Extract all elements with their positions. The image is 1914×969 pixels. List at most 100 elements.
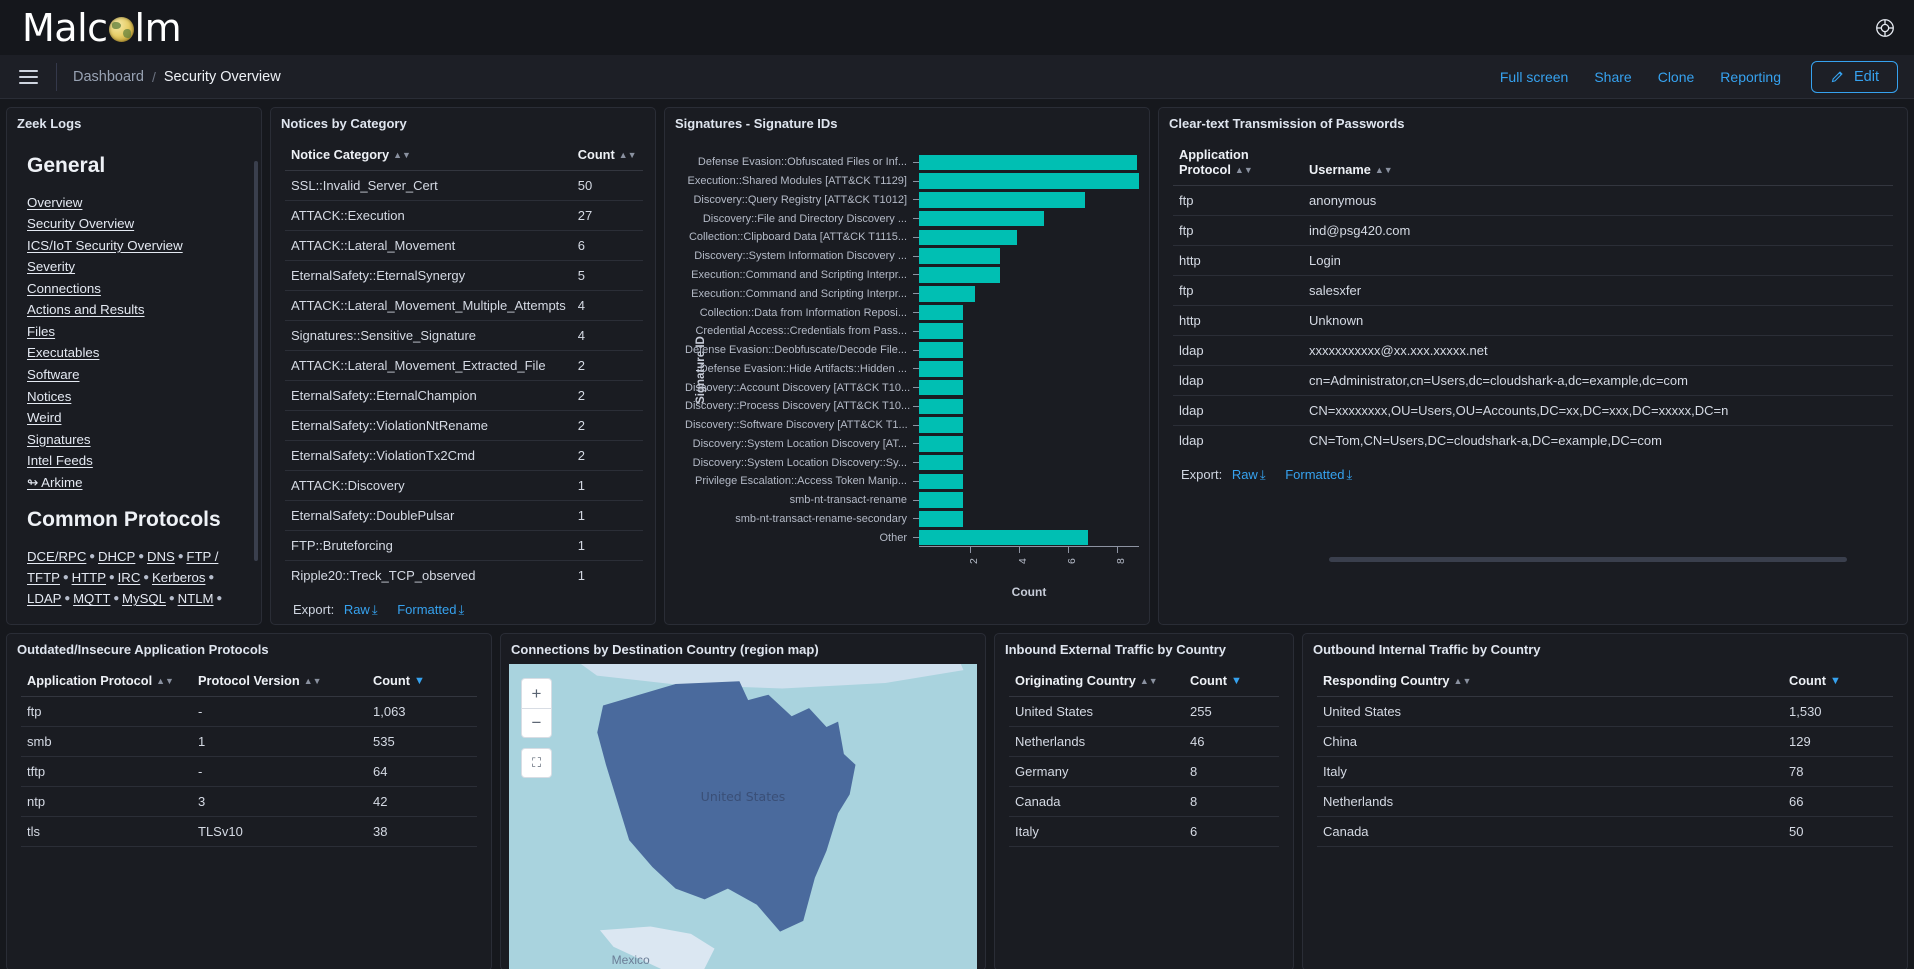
chart-bar[interactable] [919, 417, 963, 433]
zeek-link-software[interactable]: Software [27, 366, 247, 383]
table-row[interactable]: FTP::Bruteforcing 1 [285, 530, 643, 561]
proto-link-http[interactable]: HTTP [72, 570, 106, 585]
chart-bar[interactable] [919, 248, 1000, 264]
chart-bar-row[interactable]: Discovery::File and Directory Discovery … [685, 209, 1139, 228]
download-icon[interactable]: ⤓ [372, 602, 378, 617]
chart-bar[interactable] [919, 267, 1000, 283]
chart-bar-row[interactable]: Discovery::System Location Discovery::Sy… [685, 453, 1139, 472]
table-row[interactable]: Canada 8 [1009, 786, 1279, 817]
table-row[interactable]: Netherlands 66 [1317, 786, 1893, 817]
export-formatted-link[interactable]: Formatted [1285, 467, 1344, 482]
proto-link-dns[interactable]: DNS [147, 549, 175, 564]
proto-link-ldap[interactable]: LDAP [27, 591, 61, 606]
chart-bar[interactable] [919, 285, 976, 302]
chart-bar[interactable] [919, 492, 963, 508]
chart-bar-row[interactable]: smb-nt-transact-rename [685, 491, 1139, 510]
table-row[interactable]: Ripple20::Treck_TCP_observed 1 [285, 561, 643, 591]
zeek-link-intel-feeds[interactable]: Intel Feeds [27, 452, 247, 469]
table-row[interactable]: ATTACK::Lateral_Movement_Extracted_File 2 [285, 350, 643, 381]
edit-button[interactable]: Edit [1811, 60, 1898, 93]
export-raw-link[interactable]: Raw [1232, 467, 1258, 482]
table-row[interactable]: ldap cn=Administrator,cn=Users,dc=cloudsh… [1173, 365, 1893, 396]
proto-link-ntp[interactable]: NTP [27, 612, 53, 615]
chart-bar-row[interactable]: Discovery::Query Registry [ATT&CK T1012] [685, 191, 1139, 210]
table-row[interactable]: EternalSafety::DoublePulsar 1 [285, 500, 643, 531]
clone-link[interactable]: Clone [1658, 69, 1695, 85]
zeek-link-weird[interactable]: Weird [27, 409, 247, 426]
zeek-link-files[interactable]: Files [27, 323, 247, 340]
table-row[interactable]: EternalSafety::ViolationNtRename 2 [285, 410, 643, 441]
chart-bar[interactable] [919, 304, 963, 321]
chart-bar[interactable] [919, 379, 963, 396]
download-icon[interactable]: ⤓ [1346, 467, 1352, 482]
zeek-link-connections[interactable]: Connections [27, 280, 247, 297]
table-row[interactable]: smb 1 535 [21, 726, 477, 757]
proto-link-irc[interactable]: IRC [118, 570, 141, 585]
column-header-count[interactable]: Count ▼ [367, 667, 477, 697]
chart-bar[interactable] [919, 154, 1137, 171]
chart-bar[interactable] [919, 229, 1017, 246]
column-header-username[interactable]: Username ▲▼ [1303, 141, 1893, 186]
chart-bar[interactable] [919, 173, 1139, 189]
download-icon[interactable]: ⤓ [458, 602, 464, 617]
zeek-scrollbar[interactable] [254, 161, 258, 561]
chart-bar[interactable] [919, 210, 1044, 227]
table-row[interactable]: http Unknown [1173, 305, 1893, 336]
column-header-count[interactable]: Count ▲▼ [571, 141, 643, 171]
chart-bar-row[interactable]: Collection::Clipboard Data [ATT&CK T1115… [685, 228, 1139, 247]
table-row[interactable]: http Login [1173, 245, 1893, 276]
region-map[interactable]: United States Mexico + − ⛶ [509, 664, 977, 969]
proto-link-mysql[interactable]: MySQL [122, 591, 166, 606]
table-row[interactable]: United States 255 [1009, 696, 1279, 727]
chart-bar[interactable] [919, 323, 963, 340]
proto-link-radius[interactable]: RADIUS [157, 612, 207, 615]
chart-bar[interactable] [919, 342, 963, 358]
proto-link-ntlm[interactable]: NTLM [178, 591, 214, 606]
table-row[interactable]: EternalSafety::ViolationTx2Cmd 2 [285, 440, 643, 471]
table-row[interactable]: Italy 6 [1009, 816, 1279, 847]
help-circle-icon[interactable] [1874, 17, 1896, 39]
chart-bar-row[interactable]: Other [685, 528, 1139, 547]
table-row[interactable]: ldap CN=xxxxxxxx,OU=Users,OU=Accounts,DC=… [1173, 395, 1893, 426]
chart-bar[interactable] [919, 529, 1088, 546]
signatures-bar-chart[interactable]: Signature ID Defense Evasion::Obfuscated… [665, 135, 1149, 605]
column-header-originating-country[interactable]: Originating Country ▲▼ [1009, 667, 1184, 697]
column-header-notice-category[interactable]: Notice Category ▲▼ [285, 141, 572, 171]
chart-bar-row[interactable]: Credential Access::Credentials from Pass… [685, 322, 1139, 341]
table-row[interactable]: ftp salesxfer [1173, 275, 1893, 306]
zoom-in-icon[interactable]: + [521, 678, 552, 708]
chart-bar-row[interactable]: Privilege Escalation::Access Token Manip… [685, 472, 1139, 491]
chart-bar[interactable] [919, 454, 963, 471]
table-row[interactable]: ftp -1,063 [21, 696, 477, 727]
chart-bar-row[interactable]: Discovery::Account Discovery [ATT&CK T10… [685, 378, 1139, 397]
full-screen-link[interactable]: Full screen [1500, 69, 1568, 85]
column-header-application-protocol[interactable]: Application Protocol ▲▼ [21, 667, 192, 697]
chart-bar-row[interactable]: Defense Evasion::Hide Artifacts::Hidden … [685, 359, 1139, 378]
zeek-link-executables[interactable]: Executables [27, 344, 247, 361]
hamburger-menu-icon[interactable] [8, 57, 48, 97]
zeek-link-security-overview[interactable]: Security Overview [27, 215, 247, 232]
proto-link-kerberos[interactable]: Kerberos [152, 570, 206, 585]
zeek-link-overview[interactable]: Overview [27, 194, 247, 211]
export-raw-link[interactable]: Raw [344, 602, 370, 617]
breadcrumb-dashboard[interactable]: Dashboard [73, 69, 144, 85]
proto-link-mqtt[interactable]: MQTT [73, 591, 110, 606]
column-header-responding-country[interactable]: Responding Country ▲▼ [1317, 667, 1783, 697]
proto-link-dhcp[interactable]: DHCP [98, 549, 135, 564]
table-row[interactable]: China 129 [1317, 726, 1893, 757]
table-row[interactable]: tftp -64 [21, 756, 477, 787]
chart-bar[interactable] [919, 473, 963, 490]
map-region-united-states[interactable] [597, 681, 856, 932]
table-row[interactable]: ldap xxxxxxxxxxx@xx.xxx.xxxxx.net [1173, 335, 1893, 366]
column-header-count[interactable]: Count ▼ [1783, 667, 1893, 697]
chart-bar[interactable] [919, 436, 963, 452]
table-row[interactable]: Signatures::Sensitive_Signature 4 [285, 320, 643, 351]
table-row[interactable]: ATTACK::Lateral_Movement_Multiple_Attemp… [285, 290, 643, 321]
zeek-link-arkime[interactable]: ↬ Arkime [27, 474, 247, 491]
export-formatted-link[interactable]: Formatted [397, 602, 456, 617]
column-header-count[interactable]: Count ▼ [1184, 667, 1279, 697]
zeek-link-actions-and-results[interactable]: Actions and Results [27, 301, 247, 318]
proto-link-ospf[interactable]: OSPF [65, 612, 101, 615]
chart-bar-row[interactable]: Defense Evasion::Deobfuscate/Decode File… [685, 341, 1139, 360]
zoom-out-icon[interactable]: − [521, 708, 552, 738]
